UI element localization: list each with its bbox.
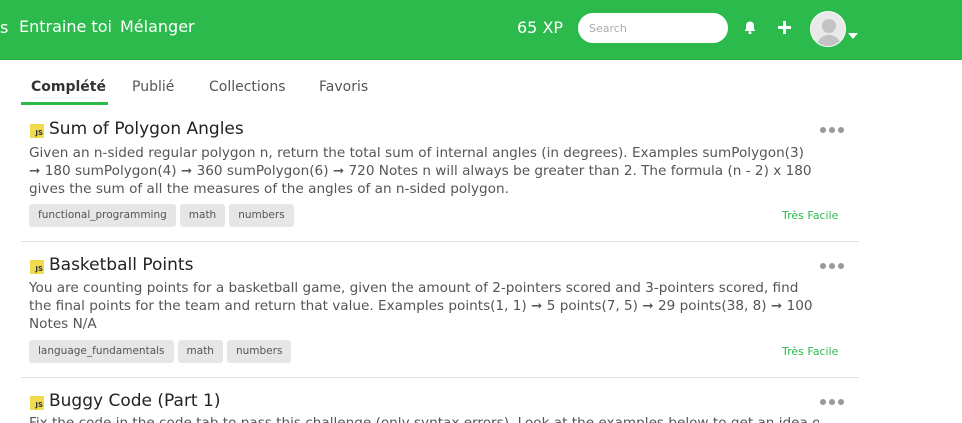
- tab-collections[interactable]: Collections: [209, 79, 286, 95]
- difficulty-label: Très Facile: [782, 345, 839, 358]
- more-options-icon[interactable]: [820, 261, 846, 271]
- search-input[interactable]: [578, 13, 728, 43]
- active-tab-indicator: [21, 102, 108, 105]
- nav-link-fragment[interactable]: s: [0, 18, 8, 37]
- avatar-icon: [811, 12, 845, 46]
- challenge-card: JS Basketball Points You are counting po…: [21, 242, 859, 378]
- tag[interactable]: numbers: [229, 204, 294, 227]
- xp-counter: 65 XP: [517, 18, 564, 37]
- challenge-card: JS Sum of Polygon Angles Given an n-side…: [21, 112, 859, 242]
- tag[interactable]: numbers: [226, 340, 292, 363]
- tab-completed[interactable]: Complété: [31, 79, 106, 95]
- tag[interactable]: language_fundamentals: [29, 340, 174, 363]
- js-badge-icon: JS: [30, 260, 44, 274]
- caret-down-icon[interactable]: [848, 24, 858, 43]
- profile-tabs: Complété Publié Collections Favoris: [21, 70, 861, 106]
- tag[interactable]: functional_programming: [29, 204, 176, 227]
- challenge-description: You are counting points for a basketball…: [29, 280, 813, 332]
- challenge-card: JS Buggy Code (Part 1) Fix the code in t…: [21, 378, 859, 423]
- more-options-icon[interactable]: [820, 125, 846, 135]
- plus-icon[interactable]: [775, 18, 793, 36]
- tag-list: functional_programming math numbers: [29, 204, 294, 227]
- js-badge-icon: JS: [30, 124, 44, 138]
- tag[interactable]: math: [177, 340, 223, 363]
- tag-list: language_fundamentals math numbers: [29, 340, 292, 363]
- top-navbar: s Entraine toi Mélanger 65 XP: [0, 0, 962, 60]
- challenge-title[interactable]: Basketball Points: [49, 255, 193, 275]
- challenge-description: Given an n-sided regular polygon n, retu…: [29, 145, 812, 197]
- nav-link-shuffle[interactable]: Mélanger: [120, 17, 195, 36]
- challenge-description: Fix the code in the code tab to pass thi…: [29, 415, 819, 423]
- avatar[interactable]: [810, 11, 846, 47]
- nav-link-train[interactable]: Entraine toi: [19, 17, 112, 36]
- js-badge-icon: JS: [30, 396, 44, 410]
- challenge-title[interactable]: Sum of Polygon Angles: [49, 119, 244, 139]
- bell-icon[interactable]: [741, 18, 759, 36]
- challenge-title[interactable]: Buggy Code (Part 1): [49, 391, 220, 411]
- more-options-icon[interactable]: [820, 397, 846, 407]
- tab-favorites[interactable]: Favoris: [319, 79, 368, 95]
- difficulty-label: Très Facile: [782, 209, 839, 222]
- tab-published[interactable]: Publié: [132, 79, 174, 95]
- tag[interactable]: math: [179, 204, 226, 227]
